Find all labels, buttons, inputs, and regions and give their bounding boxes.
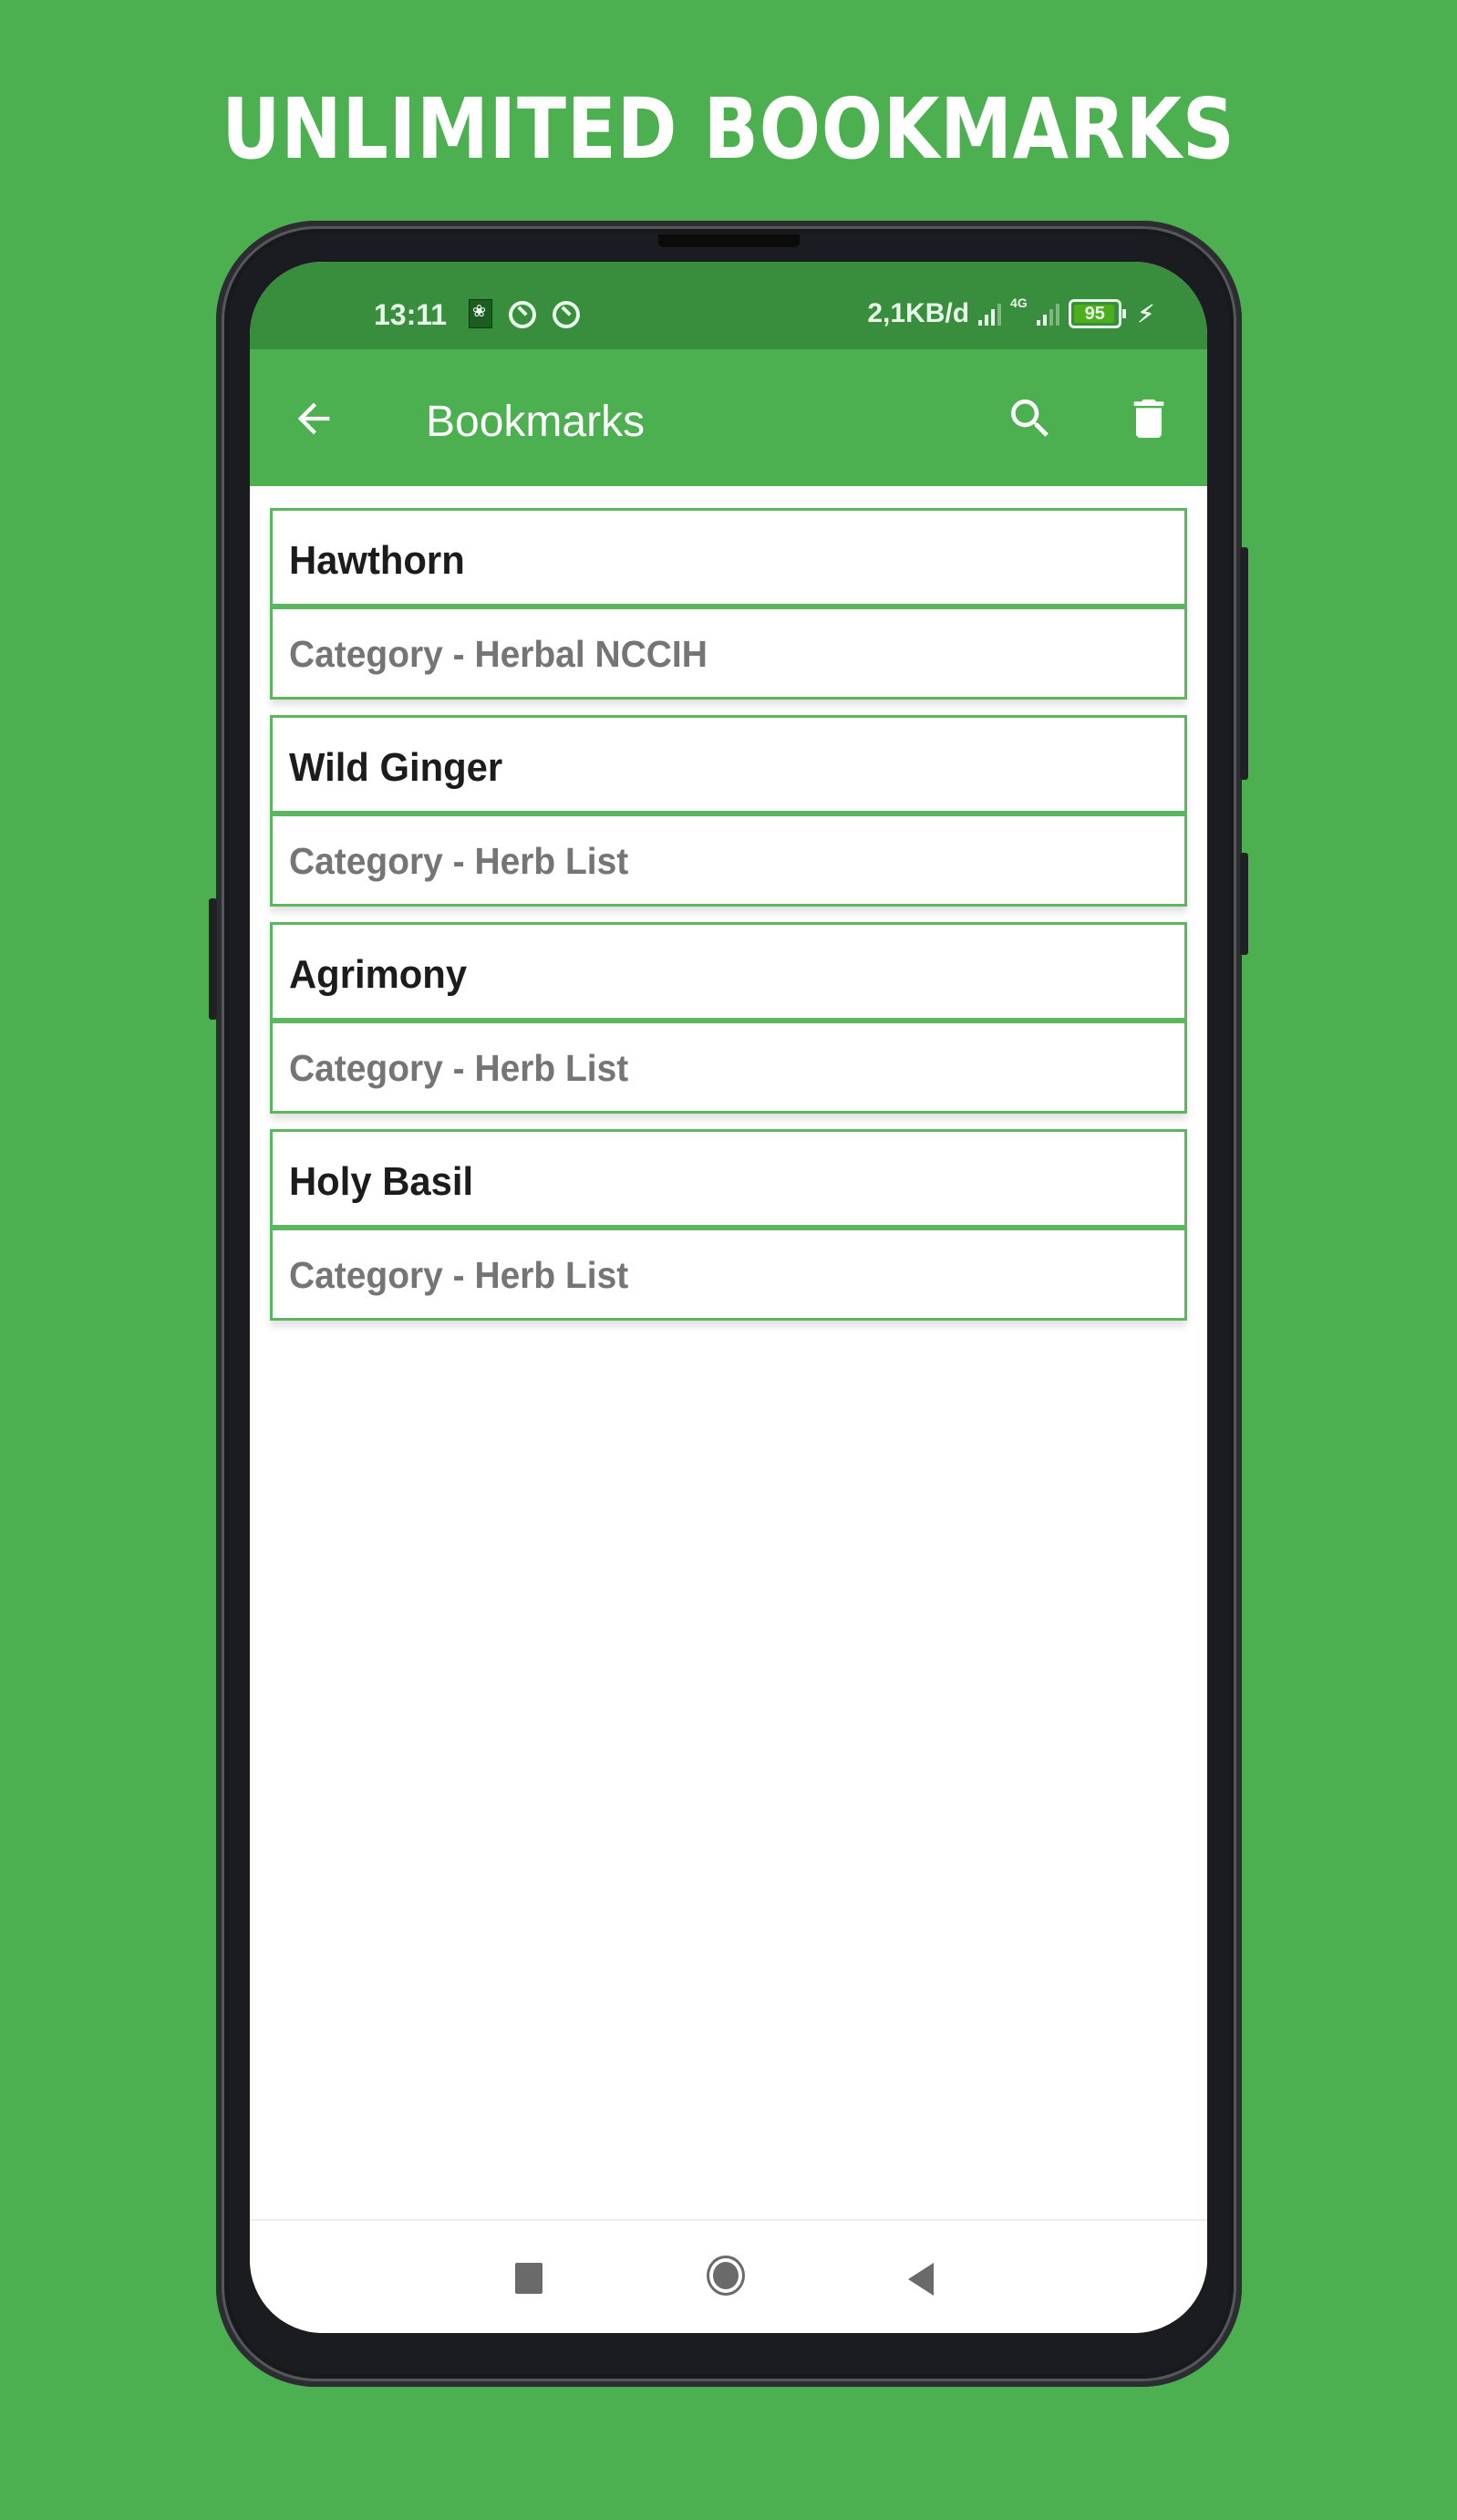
search-button[interactable]: [1005, 393, 1056, 444]
trash-icon: [1133, 399, 1164, 438]
phone-earpiece: [658, 234, 800, 247]
promo-headline: UNLIMITED BOOKMARKS: [222, 80, 1235, 178]
bookmark-name-box: Holy Basil: [270, 1129, 1187, 1229]
bookmark-category: Category - Herb List: [289, 840, 629, 882]
bookmark-name-box: Agrimony: [270, 922, 1187, 1021]
status-time: 13:11: [374, 298, 448, 331]
signal-4g-icon: [1036, 302, 1059, 326]
q-notification-icon: [509, 301, 536, 328]
status-bar: 13:11 2,1KB/d 4G 95 ⚡︎: [250, 262, 1207, 349]
bookmark-category-box: Category - Herb List: [270, 1228, 1187, 1321]
bookmark-name: Holy Basil: [289, 1159, 474, 1204]
page-title: Bookmarks: [426, 398, 646, 446]
bookmark-category-box: Category - Herb List: [270, 814, 1187, 907]
bookmark-name-box: Wild Ginger: [270, 715, 1187, 814]
herb-app-notification-icon: [469, 299, 492, 328]
bookmark-name: Wild Ginger: [289, 745, 503, 790]
bookmark-name: Agrimony: [289, 952, 468, 997]
bookmark-category: Category - Herbal NCCIH: [289, 633, 708, 675]
bookmark-category-box: Category - Herbal NCCIH: [270, 607, 1187, 700]
battery-percent: 95: [1084, 303, 1105, 324]
bookmark-list: Hawthorn Category - Herbal NCCIH Wild Gi…: [270, 508, 1187, 1336]
data-rate: 2,1KB/d: [867, 298, 970, 328]
battery-icon: 95: [1068, 299, 1126, 328]
signal-icon: [978, 302, 1002, 326]
bookmark-item[interactable]: Hawthorn Category - Herbal NCCIH: [270, 508, 1187, 700]
phone-power-button: [1240, 853, 1248, 955]
bookmark-category-box: Category - Herb List: [270, 1021, 1187, 1114]
search-icon: [1011, 399, 1049, 437]
bookmark-item[interactable]: Holy Basil Category - Herb List: [270, 1129, 1187, 1321]
phone-volume-button: [1240, 547, 1248, 780]
network-type: 4G: [1010, 296, 1028, 310]
system-back-button[interactable]: [908, 2263, 934, 2296]
back-button[interactable]: [290, 395, 337, 442]
bookmark-item[interactable]: Wild Ginger Category - Herb List: [270, 715, 1187, 907]
delete-all-button[interactable]: [1123, 393, 1174, 444]
charging-bolt-icon: ⚡︎: [1137, 299, 1154, 327]
phone-left-button: [209, 898, 217, 1020]
bookmark-category: Category - Herb List: [289, 1254, 629, 1296]
arrow-left-icon: [297, 402, 330, 435]
system-nav-bar: [250, 2219, 1207, 2333]
recent-apps-button[interactable]: [515, 2263, 542, 2294]
phone-screen: 13:11 2,1KB/d 4G 95 ⚡︎ Bookmarks Hawthor…: [250, 262, 1207, 2333]
q-notification-icon: [553, 301, 580, 328]
home-button[interactable]: [707, 2256, 745, 2296]
status-right-group: 2,1KB/d 4G 95 ⚡︎: [867, 296, 1154, 329]
bookmark-name-box: Hawthorn: [270, 508, 1187, 607]
bookmark-item[interactable]: Agrimony Category - Herb List: [270, 922, 1187, 1114]
bookmark-category: Category - Herb List: [289, 1047, 629, 1089]
app-bar: Bookmarks: [250, 349, 1207, 486]
bookmark-name: Hawthorn: [289, 538, 465, 583]
